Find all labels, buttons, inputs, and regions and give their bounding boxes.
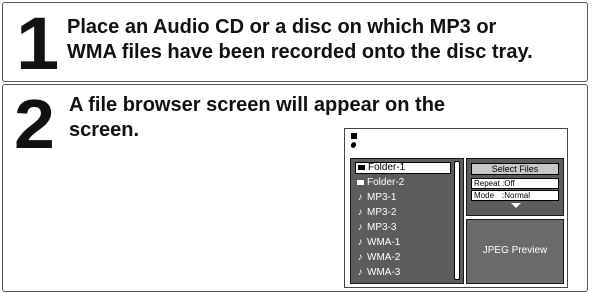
file-browser-screen: Folder-1 Folder-2 ♪ MP3-1 ♪ MP3-2 ♪ MP3-3 ♪ WMA-1… (344, 128, 568, 288)
disc-icon (349, 141, 358, 149)
step-number: 2 (14, 85, 55, 163)
file-name: WMA-3 (367, 267, 401, 278)
file-name: Folder-1 (368, 162, 406, 173)
select-files-button[interactable]: Select Files (471, 163, 559, 175)
file-list-item[interactable]: ♪ MP3-2 (355, 207, 451, 219)
mode-value: :Normal (502, 191, 531, 200)
instruction-line: WMA files have been recorded onto the di… (67, 41, 533, 63)
file-name: WMA-1 (367, 237, 401, 248)
file-name: WMA-2 (367, 252, 401, 263)
repeat-value: :Off (502, 179, 515, 188)
music-note-icon: ♪ (357, 207, 363, 218)
step-2-box: 2 A file browser screen will appear on t… (2, 84, 588, 292)
file-list-panel: Folder-1 Folder-2 ♪ MP3-1 ♪ MP3-2 ♪ MP3-3 ♪ WMA-1… (350, 158, 464, 284)
music-note-icon: ♪ (357, 252, 363, 263)
file-list-item[interactable]: Folder-1 (355, 162, 451, 174)
step-number: 1 (15, 2, 60, 85)
mode-label: Mode (474, 191, 495, 200)
stop-icon (351, 133, 357, 139)
music-note-icon: ♪ (357, 192, 363, 203)
file-list-item[interactable]: ♪ WMA-3 (355, 267, 451, 279)
music-note-icon: ♪ (357, 267, 363, 278)
jpeg-preview: JPEG Preview (466, 219, 564, 284)
file-list-item[interactable]: ♪ MP3-1 (355, 192, 451, 204)
file-name: MP3-2 (367, 207, 397, 218)
step-1-instruction: Place an Audio CD or a disc on which MP3… (67, 15, 533, 65)
options-panel: Select Files Repeat:Off Mode :Normal (466, 158, 564, 216)
instruction-line: A file browser screen will appear on the (69, 94, 446, 116)
music-note-icon: ♪ (357, 222, 363, 233)
instruction-line: Place an Audio CD or a disc on which MP3… (67, 16, 497, 38)
folder-icon (358, 165, 365, 170)
file-list-item[interactable]: Folder-2 (355, 177, 451, 189)
file-name: MP3-1 (367, 192, 397, 203)
file-list-item[interactable]: ♪ MP3-3 (355, 222, 451, 234)
repeat-option[interactable]: Repeat:Off (471, 178, 559, 189)
folder-icon (357, 180, 364, 185)
file-list-item[interactable]: ♪ WMA-1 (355, 237, 451, 249)
scrollbar[interactable] (454, 161, 460, 280)
file-name: Folder-2 (367, 177, 405, 188)
music-note-icon: ♪ (357, 237, 363, 248)
file-list-item[interactable]: ♪ WMA-2 (355, 252, 451, 264)
file-name: MP3-3 (367, 222, 397, 233)
repeat-label: Repeat (474, 179, 500, 188)
step-1-box: 1 Place an Audio CD or a disc on which M… (2, 2, 588, 82)
mode-option[interactable]: Mode :Normal (471, 190, 559, 201)
down-arrow-icon[interactable] (511, 203, 521, 208)
